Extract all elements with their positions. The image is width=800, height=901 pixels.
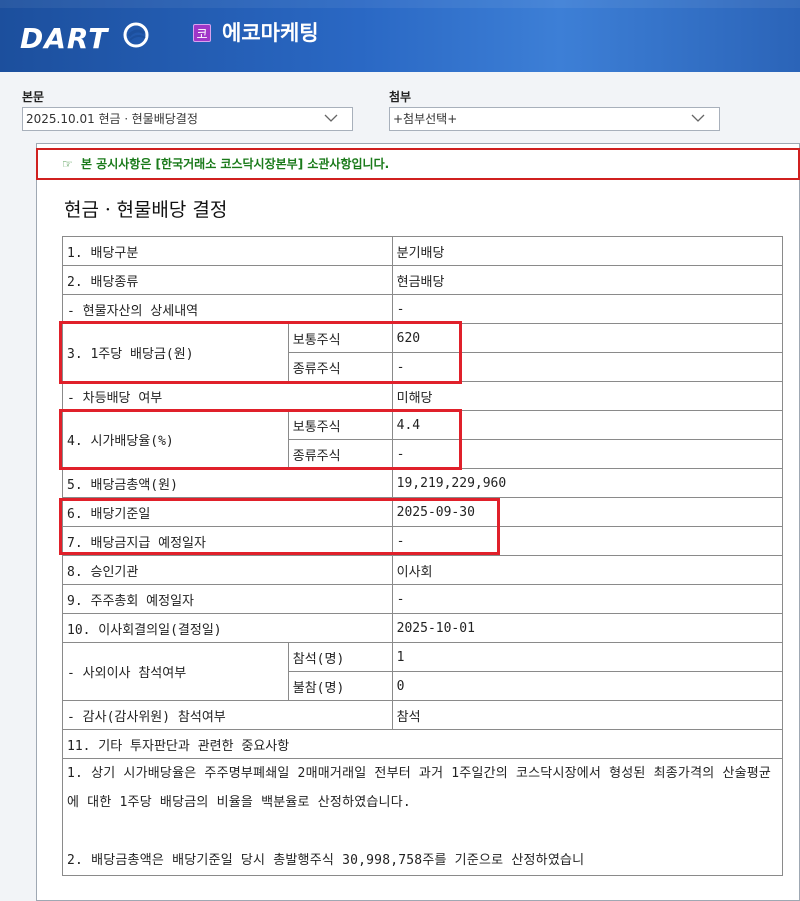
notice-text: 본 공시사항은 [한국거래소 코스닥시장본부] 소관사항입니다. <box>80 157 390 171</box>
app-header: DART 코 에코마케팅 <box>0 0 800 72</box>
row-value: - <box>391 294 784 324</box>
attachment-select[interactable]: +첨부선택+ <box>389 107 720 131</box>
table-row: 7. 배당금지급 예정일자 - <box>62 526 784 556</box>
dart-logo[interactable]: DART <box>20 22 108 56</box>
row-label: 8. 승인기관 <box>62 555 393 585</box>
row-label: - 사외이사 참석여부 <box>62 642 289 701</box>
table-row: 1. 배당구분 분기배당 <box>62 236 784 266</box>
pointing-hand-icon: ☞ <box>62 157 73 171</box>
row-value: 620 <box>391 323 784 353</box>
table-row: 8. 승인기관 이사회 <box>62 555 784 585</box>
row-value: - <box>391 526 784 556</box>
attach-select-label: 첨부 <box>389 90 412 104</box>
row-label: 3. 1주당 배당금(원) <box>62 323 289 382</box>
table-row: - 현물자산의 상세내역 - <box>62 294 784 324</box>
row-label: 7. 배당금지급 예정일자 <box>62 526 393 556</box>
table-row: - 사외이사 참석여부 참석(명) 1 <box>62 642 784 701</box>
row-sublabel: 종류주식 <box>287 352 393 382</box>
body-select-value: 2025.10.01 현금ㆍ현물배당결정 <box>26 112 198 126</box>
row-sublabel: 참석(명) <box>287 642 393 672</box>
table-row: 3. 1주당 배당금(원) 보통주식 620 <box>62 323 784 382</box>
table-row: 11. 기타 투자판단과 관련한 중요사항 <box>62 729 783 759</box>
row-label: 2. 배당종류 <box>62 265 393 295</box>
row-label: - 감사(감사위원) 참석여부 <box>62 700 393 730</box>
body-document-select[interactable]: 2025.10.01 현금ㆍ현물배당결정 <box>22 107 353 131</box>
row-value: 19,219,229,960 <box>391 468 784 498</box>
jurisdiction-notice: ☞ 본 공시사항은 [한국거래소 코스닥시장본부] 소관사항입니다. <box>36 148 800 180</box>
logo-swirl-icon <box>123 22 149 48</box>
row-label: 5. 배당금총액(원) <box>62 468 393 498</box>
row-label: 9. 주주총회 예정일자 <box>62 584 393 614</box>
document-title: 현금ㆍ현물배당 결정 <box>64 199 228 221</box>
row-value: 4.4 <box>391 410 784 440</box>
row-value: 2025-10-01 <box>391 613 784 643</box>
row-label: 11. 기타 투자판단과 관련한 중요사항 <box>62 729 783 759</box>
row-value: - <box>391 352 784 382</box>
remarks-text: 1. 상기 시가배당율은 주주명부폐쇄일 2매매거래일 전부터 과거 1주일간의… <box>62 758 783 876</box>
row-value: - <box>391 584 784 614</box>
row-label: 6. 배당기준일 <box>62 497 393 527</box>
table-row: 9. 주주총회 예정일자 - <box>62 584 784 614</box>
row-sublabel: 보통주식 <box>287 410 393 440</box>
row-label: - 차등배당 여부 <box>62 381 393 411</box>
table-row: 4. 시가배당율(%) 보통주식 4.4 <box>62 410 784 469</box>
row-value: 분기배당 <box>391 236 784 266</box>
row-value: 2025-09-30 <box>391 497 784 527</box>
row-value: 0 <box>391 671 784 701</box>
table-row: 10. 이사회결의일(결정일) 2025-10-01 <box>62 613 784 643</box>
row-sublabel: 종류주식 <box>287 439 393 469</box>
row-value: - <box>391 439 784 469</box>
row-value: 이사회 <box>391 555 784 585</box>
row-value: 1 <box>391 642 784 672</box>
kosdaq-market-badge: 코 <box>193 24 211 42</box>
row-label: 4. 시가배당율(%) <box>62 410 289 469</box>
chevron-down-icon <box>324 114 338 122</box>
body-select-label: 본문 <box>22 90 45 104</box>
remark-paragraph: 1. 상기 시가배당율은 주주명부폐쇄일 2매매거래일 전부터 과거 1주일간의… <box>67 766 772 810</box>
table-row: 6. 배당기준일 2025-09-30 <box>62 497 784 527</box>
row-label: 10. 이사회결의일(결정일) <box>62 613 393 643</box>
table-row: 1. 상기 시가배당율은 주주명부폐쇄일 2매매거래일 전부터 과거 1주일간의… <box>62 758 783 876</box>
row-sublabel: 보통주식 <box>287 323 393 353</box>
row-label: 1. 배당구분 <box>62 236 393 266</box>
row-label: - 현물자산의 상세내역 <box>62 294 393 324</box>
remark-paragraph: 2. 배당금총액은 배당기준일 당시 총발행주식 30,998,758주를 기준… <box>67 853 585 868</box>
disclosure-table: 1. 배당구분 분기배당 2. 배당종류 현금배당 - 현물자산의 상세내역 -… <box>62 236 784 876</box>
table-row: 2. 배당종류 현금배당 <box>62 265 784 295</box>
chevron-down-icon <box>691 114 705 122</box>
table-row: 5. 배당금총액(원) 19,219,229,960 <box>62 468 784 498</box>
table-row: - 감사(감사위원) 참석여부 참석 <box>62 700 784 730</box>
row-value: 미해당 <box>391 381 784 411</box>
row-value: 현금배당 <box>391 265 784 295</box>
table-row: - 차등배당 여부 미해당 <box>62 381 784 411</box>
row-sublabel: 불참(명) <box>287 671 393 701</box>
row-value: 참석 <box>391 700 784 730</box>
company-name: 에코마케팅 <box>222 21 319 45</box>
attach-select-value: +첨부선택+ <box>393 112 458 126</box>
